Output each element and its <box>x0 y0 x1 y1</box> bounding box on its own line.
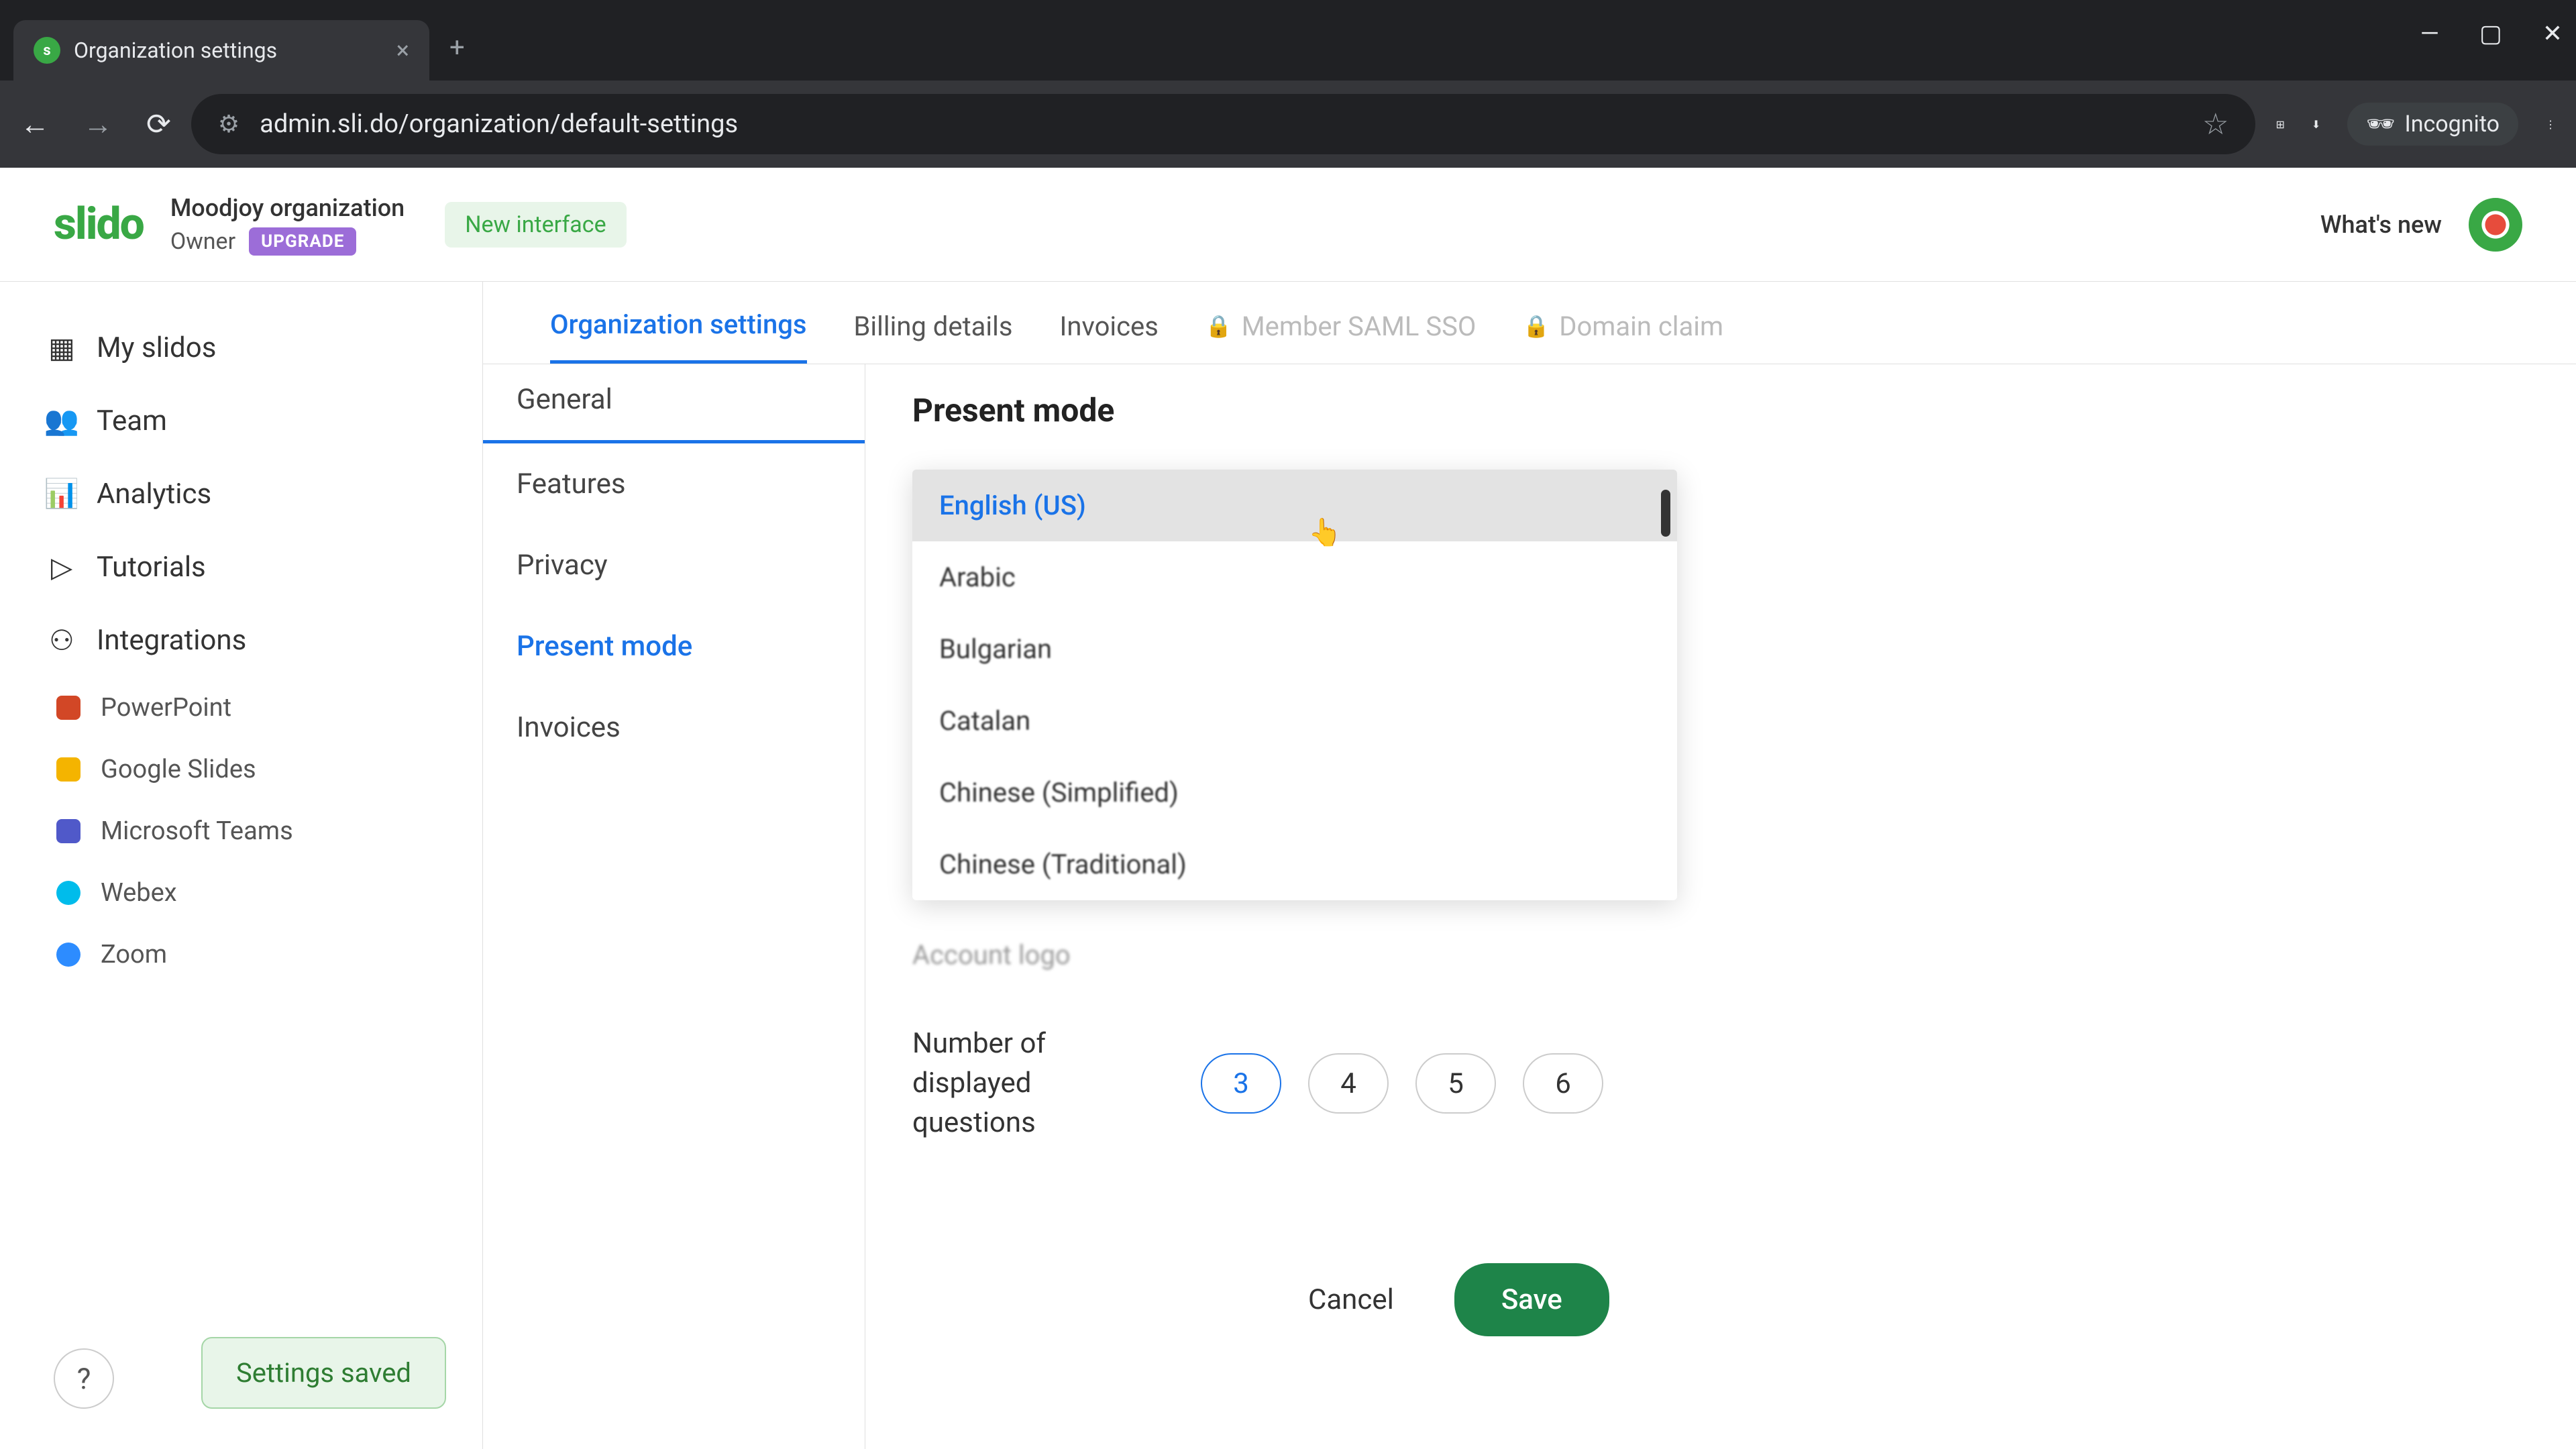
org-name: Moodjoy organization <box>170 194 405 222</box>
browser-tab[interactable]: s Organization settings × <box>13 20 429 80</box>
sidebar: ▦ My slidos 👥 Team 📊 Analytics ▷ Tutoria… <box>0 282 483 1449</box>
panel-title: Present mode <box>912 391 2529 429</box>
tab-saml[interactable]: 🔒 Member SAML SSO <box>1205 309 1476 364</box>
reload-icon[interactable]: ⟳ <box>146 107 171 142</box>
integration-zoom[interactable]: Zoom <box>27 928 455 981</box>
back-icon[interactable]: ← <box>20 107 50 142</box>
integration-google-slides[interactable]: Google Slides <box>27 743 455 796</box>
settings-panel: Present mode English (US) Arabic Bulgari… <box>865 364 2576 1449</box>
nq-option-3[interactable]: 3 <box>1201 1053 1281 1114</box>
integration-powerpoint[interactable]: PowerPoint <box>27 681 455 735</box>
settings-nav-present-mode[interactable]: Present mode <box>483 606 865 687</box>
upgrade-badge[interactable]: UPGRADE <box>249 227 356 256</box>
dropdown-option[interactable]: Chinese (Traditional) <box>912 828 1677 900</box>
extensions-icon[interactable]: ⊞ <box>2275 118 2284 131</box>
account-logo-label: Account logo <box>912 939 2529 971</box>
slido-favicon: s <box>34 37 60 64</box>
dropdown-list: English (US) Arabic Bulgarian Catalan Ch… <box>912 470 1677 900</box>
dropdown-option[interactable]: Arabic <box>912 541 1677 613</box>
powerpoint-icon <box>56 696 80 720</box>
tab-billing[interactable]: Billing details <box>854 309 1013 364</box>
sidebar-item-my-slidos[interactable]: ▦ My slidos <box>27 315 455 380</box>
grid-icon: ▦ <box>47 333 76 363</box>
settings-nav-features[interactable]: Features <box>483 443 865 525</box>
sidebar-item-integrations[interactable]: ⚇ Integrations <box>27 608 455 673</box>
tab-domain-claim[interactable]: 🔒 Domain claim <box>1523 309 1723 364</box>
window-controls: — ▢ ✕ <box>2420 19 2563 48</box>
zoom-icon <box>56 943 80 967</box>
maximize-icon[interactable]: ▢ <box>2479 19 2502 48</box>
webex-icon <box>56 881 80 905</box>
browser-tab-strip: s Organization settings × + — ▢ ✕ <box>0 0 2576 80</box>
whats-new-link[interactable]: What's new <box>2320 211 2442 239</box>
new-interface-badge[interactable]: New interface <box>445 202 626 248</box>
tab-invoices[interactable]: Invoices <box>1060 309 1159 364</box>
integration-webex[interactable]: Webex <box>27 866 455 920</box>
settings-nav-privacy[interactable]: Privacy <box>483 525 865 606</box>
new-tab-button[interactable]: + <box>449 32 465 63</box>
close-window-icon[interactable]: ✕ <box>2542 19 2563 48</box>
analytics-icon: 📊 <box>47 480 76 509</box>
settings-saved-toast: Settings saved <box>201 1337 446 1409</box>
dropdown-option[interactable]: Bulgarian <box>912 613 1677 685</box>
lock-icon: 🔒 <box>1523 313 1550 339</box>
dropdown-option-selected[interactable]: English (US) <box>912 470 1677 541</box>
avatar[interactable] <box>2469 198 2522 252</box>
num-questions-row: Number of displayed questions 3 4 5 6 <box>912 1024 2529 1142</box>
nq-option-6[interactable]: 6 <box>1523 1053 1603 1114</box>
help-button[interactable]: ? <box>54 1348 114 1409</box>
bookmark-icon[interactable]: ☆ <box>2202 107 2229 142</box>
nq-option-5[interactable]: 5 <box>1415 1053 1496 1114</box>
settings-nav-invoices[interactable]: Invoices <box>483 687 865 768</box>
num-questions-label: Number of displayed questions <box>912 1024 1087 1142</box>
app-header: slido Moodjoy organization Owner UPGRADE… <box>0 168 2576 282</box>
dropdown-option[interactable]: Chinese (Simplified) <box>912 757 1677 828</box>
org-role: Owner <box>170 228 235 255</box>
org-info: Moodjoy organization Owner UPGRADE <box>170 194 405 256</box>
google-slides-icon <box>56 757 80 782</box>
tab-org-settings[interactable]: Organization settings <box>550 309 807 364</box>
save-button[interactable]: Save <box>1454 1263 1609 1336</box>
minimize-icon[interactable]: — <box>2420 19 2439 48</box>
incognito-icon: 🕶 <box>2366 111 2395 138</box>
address-bar: ← → ⟳ ⚙ admin.sli.do/organization/defaul… <box>0 80 2576 168</box>
main: Organization settings Billing details In… <box>483 282 2576 1449</box>
tutorials-icon: ▷ <box>47 553 76 582</box>
settings-nav-general[interactable]: General <box>483 371 865 443</box>
msteams-icon <box>56 819 80 843</box>
dropdown-scrollbar[interactable] <box>1661 490 1670 537</box>
browser-menu-icon[interactable]: ⋮ <box>2545 118 2556 131</box>
settings-nav: General Features Privacy Present mode In… <box>483 364 865 1449</box>
integration-ms-teams[interactable]: Microsoft Teams <box>27 804 455 858</box>
team-icon: 👥 <box>47 407 76 436</box>
forward-icon[interactable]: → <box>83 107 113 142</box>
sidebar-item-team[interactable]: 👥 Team <box>27 388 455 453</box>
nq-option-4[interactable]: 4 <box>1308 1053 1389 1114</box>
downloads-icon[interactable]: ⬇ <box>2312 118 2320 131</box>
incognito-badge[interactable]: 🕶 Incognito <box>2347 103 2518 146</box>
action-row: Cancel Save <box>912 1263 2529 1336</box>
tab-close-icon[interactable]: × <box>396 36 409 64</box>
tabs-row: Organization settings Billing details In… <box>483 282 2576 364</box>
tab-title: Organization settings <box>74 38 383 63</box>
integrations-icon: ⚇ <box>47 626 76 655</box>
cancel-button[interactable]: Cancel <box>1275 1263 1428 1336</box>
sidebar-item-tutorials[interactable]: ▷ Tutorials <box>27 535 455 600</box>
slido-logo[interactable]: slido <box>54 199 144 250</box>
lock-icon: 🔒 <box>1205 313 1232 339</box>
url-box[interactable]: ⚙ admin.sli.do/organization/default-sett… <box>191 94 2256 154</box>
url-text: admin.sli.do/organization/default-settin… <box>260 109 2182 139</box>
site-settings-icon[interactable]: ⚙ <box>218 110 239 138</box>
dropdown-option[interactable]: Catalan <box>912 685 1677 757</box>
sidebar-item-analytics[interactable]: 📊 Analytics <box>27 462 455 527</box>
